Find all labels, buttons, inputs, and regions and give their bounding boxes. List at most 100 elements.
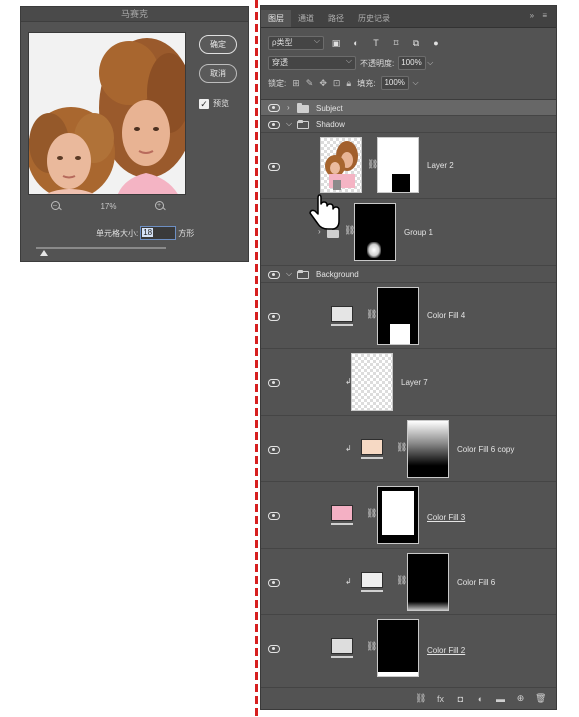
adjustment-layer-icon[interactable]: ◐ [475,694,486,704]
layer-name: Background [316,270,359,279]
lock-artboard-icon[interactable]: ⊡ [333,78,341,89]
visibility-eye-icon[interactable] [268,104,280,112]
panel-bottom-bar: ⛓ fx ◘ ◐ ▬ ⊕ 🗑︎ [261,687,556,709]
link-layers-icon[interactable]: ⛓ [415,693,426,704]
lock-position-icon[interactable]: ✥ [319,78,327,89]
layer-thumbnail [320,137,362,193]
visibility-eye-icon[interactable] [268,121,280,129]
layer-mask-thumbnail[interactable] [407,420,449,478]
fill-color-swatch[interactable] [361,572,383,588]
layer-mask-thumbnail[interactable] [407,553,449,611]
new-layer-icon[interactable]: ⊕ [515,693,526,704]
layer-style-fx-icon[interactable]: fx [435,694,446,704]
cell-size-input[interactable]: 18 [140,226,177,240]
smart-object-filter-icon[interactable]: ⧉ [408,38,424,49]
layer-mask-thumbnail[interactable] [377,287,419,345]
opacity-label: 不透明度: [360,58,395,68]
fill-color-swatch[interactable] [331,505,353,521]
expand-caret-icon[interactable]: › [287,103,290,112]
visibility-eye-icon[interactable] [268,645,280,653]
visibility-eye-icon[interactable] [268,446,280,454]
layer-row-color-fill-6-copy[interactable]: ↲ ⛓ Color Fill 6 copy [261,416,556,482]
visibility-eye-icon[interactable] [268,313,280,321]
new-group-icon[interactable]: ▬ [495,694,506,704]
opacity-input[interactable]: 100% [398,56,427,70]
layer-row-color-fill-2[interactable]: ⛓ Color Fill 2 [261,615,556,681]
fill-swatch-underline [361,590,383,592]
cell-size-value: 18 [142,228,154,237]
fill-color-swatch[interactable] [331,306,353,322]
layer-mask-thumbnail[interactable] [354,203,396,261]
cell-size-slider-thumb[interactable] [40,250,48,256]
blend-mode-select[interactable]: 穿透 [268,55,356,70]
adjustment-filter-icon[interactable]: ◐ [348,38,364,48]
add-mask-icon[interactable]: ◘ [455,694,466,704]
layer-name: Color Fill 6 [457,578,496,587]
preview-toggle[interactable]: ✓ 预览 [199,98,229,109]
zoom-out-icon[interactable]: – [51,200,62,212]
layer-row-shadow[interactable]: ⌵ Shadow [261,116,556,133]
layer-row-background[interactable]: ⌵ Background [261,266,556,283]
cell-size-row: 单元格大小: 18 方形 [96,226,194,240]
layer-row-subject[interactable]: › Subject [261,100,556,116]
visibility-eye-icon[interactable] [268,379,280,387]
delete-layer-icon[interactable]: 🗑︎ [535,693,546,704]
layer-name: Group 1 [404,228,433,237]
layer-thumbnail [351,353,393,411]
lock-row: 锁定: ⊞ ✎ ✥ ⊡ 🔒︎ 填充: 100% ⌵ [261,74,556,92]
layer-row-color-fill-4[interactable]: ⛓ Color Fill 4 [261,283,556,349]
lock-transparency-icon[interactable]: ⊞ [292,78,300,89]
visibility-eye-icon[interactable] [268,271,280,279]
layer-mask-thumbnail[interactable] [377,137,419,193]
cell-size-unit: 方形 [178,228,195,238]
fill-color-swatch[interactable] [331,638,353,654]
visibility-eye-icon[interactable] [268,163,280,171]
panel-menu-icon[interactable]: » ≡ [530,11,550,20]
preview-image[interactable] [28,32,186,195]
mask-link-icon[interactable]: ⛓ [396,575,407,586]
layer-row-layer-7[interactable]: ↲ Layer 7 [261,349,556,416]
layer-row-color-fill-3[interactable]: ⛓ Color Fill 3 [261,482,556,549]
collapse-caret-icon[interactable]: ⌵ [286,119,292,129]
lock-all-icon[interactable]: 🔒︎ [346,78,351,89]
visibility-eye-icon[interactable] [268,512,280,520]
cancel-button[interactable]: 取消 [199,64,237,83]
layer-name: Shadow [316,120,345,129]
preview-checkbox[interactable]: ✓ [199,98,209,109]
filter-toggle-icon[interactable]: ● [428,38,444,48]
pixel-filter-icon[interactable]: ▣ [328,38,344,49]
collapse-caret-icon[interactable]: ⌵ [286,269,292,279]
zoom-in-icon[interactable]: + [154,200,166,212]
tab-history[interactable]: 历史记录 [351,10,397,27]
layer-mask-thumbnail[interactable] [377,619,419,677]
type-filter-icon[interactable]: T [368,38,384,48]
ok-button[interactable]: 确定 [199,35,237,54]
tab-paths[interactable]: 路径 [321,10,351,27]
mask-link-icon[interactable]: ⛓ [366,641,377,652]
lock-paint-icon[interactable]: ✎ [306,78,314,89]
mask-link-icon[interactable]: ⛓ [366,309,377,320]
fill-dropdown-icon[interactable]: ⌵ [412,78,418,88]
girls-thumbnail [325,141,358,190]
mask-link-icon[interactable]: ⛓ [396,442,407,453]
layer-row-color-fill-6[interactable]: ↲ ⛓ Color Fill 6 [261,549,556,615]
opacity-dropdown-icon[interactable]: ⌵ [427,58,433,68]
tab-channels[interactable]: 通道 [291,10,321,27]
mask-link-icon[interactable]: ⛓ [366,508,377,519]
layers-list: › Subject ⌵ Shadow ⛓ Layer 2 › ⛓ Group 1… [261,99,556,681]
shape-filter-icon[interactable]: ⌑ [388,38,404,49]
filter-kind-select[interactable]: ρ类型 [268,35,324,50]
zoom-controls: – 17% + [51,199,166,213]
visibility-eye-icon[interactable] [268,579,280,587]
fill-swatch-underline [331,523,353,525]
layer-name: Layer 2 [427,161,454,170]
layer-name: Color Fill 3 [427,513,466,522]
cell-size-slider-track[interactable] [36,247,166,249]
layer-row-layer-2[interactable]: ⛓ Layer 2 [261,133,556,199]
fill-swatch-underline [361,457,383,459]
fill-color-swatch[interactable] [361,439,383,455]
preview-photo [29,33,185,194]
tab-layers[interactable]: 图层 [261,10,291,27]
layer-mask-thumbnail[interactable] [377,486,419,544]
fill-input[interactable]: 100% [381,76,410,90]
